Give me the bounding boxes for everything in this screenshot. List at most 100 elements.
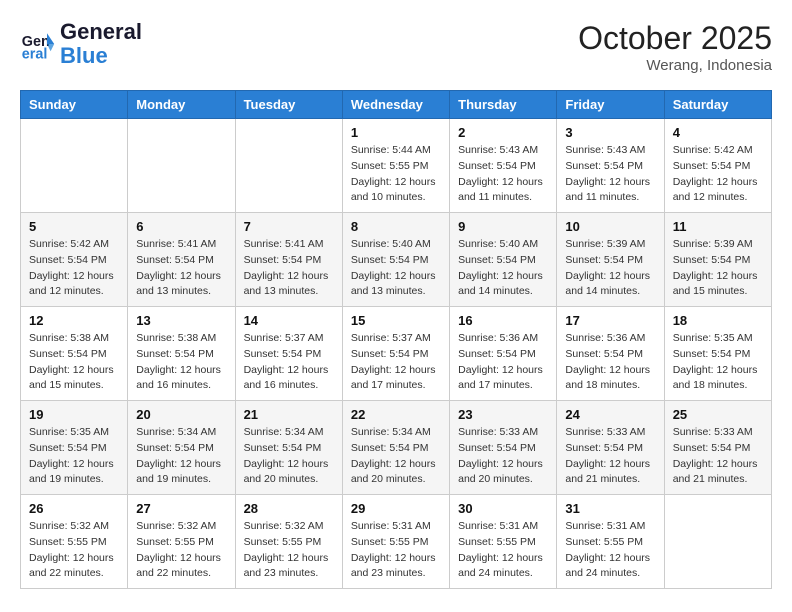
sunrise-text: Sunrise: 5:31 AM [351, 520, 431, 532]
daylight-text: Daylight: 12 hours and 20 minutes. [244, 458, 329, 486]
calendar-cell-w3-d7: 18 Sunrise: 5:35 AM Sunset: 5:54 PM Dayl… [664, 307, 771, 401]
daylight-text: Daylight: 12 hours and 17 minutes. [458, 364, 543, 392]
day-info: Sunrise: 5:43 AM Sunset: 5:54 PM Dayligh… [565, 143, 655, 206]
daylight-text: Daylight: 12 hours and 13 minutes. [351, 270, 436, 298]
sunset-text: Sunset: 5:54 PM [29, 254, 107, 266]
daylight-text: Daylight: 12 hours and 20 minutes. [351, 458, 436, 486]
sunset-text: Sunset: 5:55 PM [351, 536, 429, 548]
day-number: 11 [673, 219, 763, 234]
day-info: Sunrise: 5:32 AM Sunset: 5:55 PM Dayligh… [244, 519, 334, 582]
daylight-text: Daylight: 12 hours and 11 minutes. [565, 176, 650, 204]
day-number: 7 [244, 219, 334, 234]
sunset-text: Sunset: 5:54 PM [136, 254, 214, 266]
calendar-cell-w2-d2: 6 Sunrise: 5:41 AM Sunset: 5:54 PM Dayli… [128, 213, 235, 307]
day-info: Sunrise: 5:34 AM Sunset: 5:54 PM Dayligh… [244, 425, 334, 488]
calendar-cell-w5-d1: 26 Sunrise: 5:32 AM Sunset: 5:55 PM Dayl… [21, 495, 128, 589]
sunrise-text: Sunrise: 5:41 AM [244, 238, 324, 250]
day-number: 8 [351, 219, 441, 234]
day-number: 6 [136, 219, 226, 234]
daylight-text: Daylight: 12 hours and 16 minutes. [136, 364, 221, 392]
day-number: 18 [673, 313, 763, 328]
calendar-cell-w5-d2: 27 Sunrise: 5:32 AM Sunset: 5:55 PM Dayl… [128, 495, 235, 589]
day-info: Sunrise: 5:39 AM Sunset: 5:54 PM Dayligh… [565, 237, 655, 300]
day-info: Sunrise: 5:42 AM Sunset: 5:54 PM Dayligh… [29, 237, 119, 300]
sunset-text: Sunset: 5:54 PM [673, 254, 751, 266]
calendar-cell-w2-d3: 7 Sunrise: 5:41 AM Sunset: 5:54 PM Dayli… [235, 213, 342, 307]
sunset-text: Sunset: 5:54 PM [673, 442, 751, 454]
sunrise-text: Sunrise: 5:34 AM [351, 426, 431, 438]
daylight-text: Daylight: 12 hours and 22 minutes. [136, 552, 221, 580]
sunset-text: Sunset: 5:54 PM [565, 160, 643, 172]
sunset-text: Sunset: 5:54 PM [351, 348, 429, 360]
daylight-text: Daylight: 12 hours and 14 minutes. [458, 270, 543, 298]
sunset-text: Sunset: 5:54 PM [673, 160, 751, 172]
day-number: 28 [244, 501, 334, 516]
calendar-table: Sunday Monday Tuesday Wednesday Thursday… [20, 90, 772, 589]
sunrise-text: Sunrise: 5:36 AM [565, 332, 645, 344]
calendar-cell-w4-d3: 21 Sunrise: 5:34 AM Sunset: 5:54 PM Dayl… [235, 401, 342, 495]
sunrise-text: Sunrise: 5:37 AM [244, 332, 324, 344]
day-info: Sunrise: 5:37 AM Sunset: 5:54 PM Dayligh… [351, 331, 441, 394]
day-info: Sunrise: 5:41 AM Sunset: 5:54 PM Dayligh… [136, 237, 226, 300]
calendar-cell-w5-d6: 31 Sunrise: 5:31 AM Sunset: 5:55 PM Dayl… [557, 495, 664, 589]
daylight-text: Daylight: 12 hours and 23 minutes. [244, 552, 329, 580]
calendar-week-3: 12 Sunrise: 5:38 AM Sunset: 5:54 PM Dayl… [21, 307, 772, 401]
header-monday: Monday [128, 91, 235, 119]
logo: Gen eral GeneralBlue [20, 20, 142, 68]
calendar-cell-w3-d3: 14 Sunrise: 5:37 AM Sunset: 5:54 PM Dayl… [235, 307, 342, 401]
logo-icon: Gen eral [20, 26, 56, 62]
day-number: 3 [565, 125, 655, 140]
calendar-week-1: 1 Sunrise: 5:44 AM Sunset: 5:55 PM Dayli… [21, 119, 772, 213]
day-number: 25 [673, 407, 763, 422]
header-wednesday: Wednesday [342, 91, 449, 119]
sunset-text: Sunset: 5:54 PM [244, 254, 322, 266]
calendar-cell-w3-d2: 13 Sunrise: 5:38 AM Sunset: 5:54 PM Dayl… [128, 307, 235, 401]
sunset-text: Sunset: 5:55 PM [458, 536, 536, 548]
sunset-text: Sunset: 5:54 PM [458, 348, 536, 360]
calendar-cell-w1-d3 [235, 119, 342, 213]
page-header: Gen eral GeneralBlue October 2025 Werang… [20, 20, 772, 74]
sunset-text: Sunset: 5:54 PM [351, 254, 429, 266]
daylight-text: Daylight: 12 hours and 23 minutes. [351, 552, 436, 580]
day-info: Sunrise: 5:35 AM Sunset: 5:54 PM Dayligh… [673, 331, 763, 394]
header-tuesday: Tuesday [235, 91, 342, 119]
day-info: Sunrise: 5:44 AM Sunset: 5:55 PM Dayligh… [351, 143, 441, 206]
location: Werang, Indonesia [578, 57, 772, 74]
sunrise-text: Sunrise: 5:34 AM [136, 426, 216, 438]
sunset-text: Sunset: 5:54 PM [565, 254, 643, 266]
day-number: 29 [351, 501, 441, 516]
day-number: 20 [136, 407, 226, 422]
sunrise-text: Sunrise: 5:32 AM [29, 520, 109, 532]
day-info: Sunrise: 5:33 AM Sunset: 5:54 PM Dayligh… [673, 425, 763, 488]
header-sunday: Sunday [21, 91, 128, 119]
calendar-cell-w4-d5: 23 Sunrise: 5:33 AM Sunset: 5:54 PM Dayl… [450, 401, 557, 495]
sunrise-text: Sunrise: 5:43 AM [565, 144, 645, 156]
sunrise-text: Sunrise: 5:42 AM [673, 144, 753, 156]
sunrise-text: Sunrise: 5:37 AM [351, 332, 431, 344]
header-saturday: Saturday [664, 91, 771, 119]
calendar-cell-w1-d7: 4 Sunrise: 5:42 AM Sunset: 5:54 PM Dayli… [664, 119, 771, 213]
sunset-text: Sunset: 5:54 PM [458, 160, 536, 172]
sunrise-text: Sunrise: 5:35 AM [29, 426, 109, 438]
day-info: Sunrise: 5:40 AM Sunset: 5:54 PM Dayligh… [458, 237, 548, 300]
day-number: 5 [29, 219, 119, 234]
day-number: 24 [565, 407, 655, 422]
day-info: Sunrise: 5:33 AM Sunset: 5:54 PM Dayligh… [458, 425, 548, 488]
sunrise-text: Sunrise: 5:36 AM [458, 332, 538, 344]
day-number: 14 [244, 313, 334, 328]
day-number: 15 [351, 313, 441, 328]
logo-text: GeneralBlue [60, 20, 142, 68]
sunrise-text: Sunrise: 5:39 AM [673, 238, 753, 250]
day-info: Sunrise: 5:34 AM Sunset: 5:54 PM Dayligh… [136, 425, 226, 488]
daylight-text: Daylight: 12 hours and 18 minutes. [565, 364, 650, 392]
calendar-cell-w4-d1: 19 Sunrise: 5:35 AM Sunset: 5:54 PM Dayl… [21, 401, 128, 495]
day-number: 16 [458, 313, 548, 328]
calendar-cell-w3-d5: 16 Sunrise: 5:36 AM Sunset: 5:54 PM Dayl… [450, 307, 557, 401]
sunset-text: Sunset: 5:54 PM [565, 442, 643, 454]
sunrise-text: Sunrise: 5:32 AM [136, 520, 216, 532]
calendar-cell-w3-d6: 17 Sunrise: 5:36 AM Sunset: 5:54 PM Dayl… [557, 307, 664, 401]
sunrise-text: Sunrise: 5:32 AM [244, 520, 324, 532]
sunrise-text: Sunrise: 5:40 AM [458, 238, 538, 250]
calendar-cell-w1-d2 [128, 119, 235, 213]
daylight-text: Daylight: 12 hours and 10 minutes. [351, 176, 436, 204]
